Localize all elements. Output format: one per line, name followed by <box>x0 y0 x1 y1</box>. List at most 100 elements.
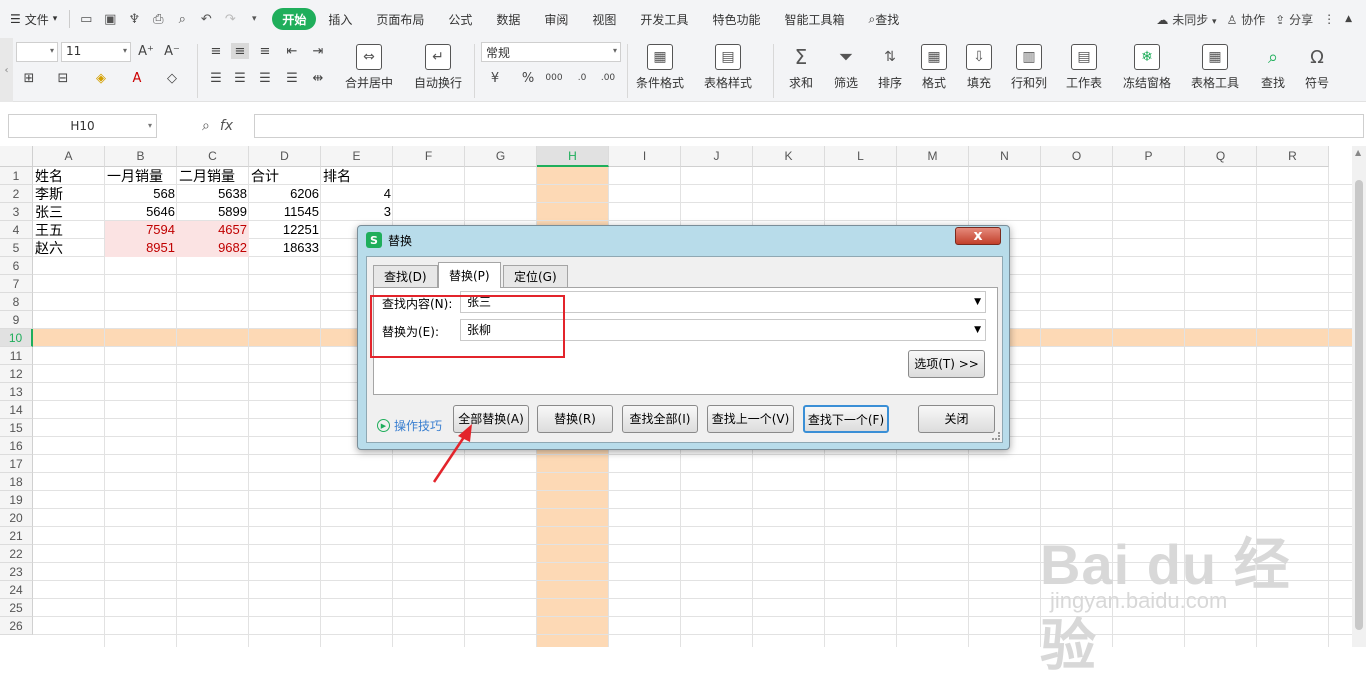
cell[interactable]: 一月销量 <box>105 167 177 185</box>
row-header-13[interactable]: 13 <box>0 383 33 401</box>
select-all-corner[interactable] <box>0 146 33 167</box>
sync-status[interactable]: ☁ 未同步 ▾ <box>1156 11 1216 28</box>
cell[interactable]: 4 <box>321 185 393 203</box>
fill-pattern-icon[interactable]: ⊟ <box>54 70 72 86</box>
column-header-d[interactable]: D <box>249 146 321 167</box>
decrease-decimal-icon[interactable]: .00 <box>599 70 617 86</box>
align-right-icon[interactable]: ☰ <box>256 70 274 86</box>
column-header-a[interactable]: A <box>33 146 105 167</box>
align-middle-icon[interactable]: ≡ <box>231 43 249 59</box>
row-column-button[interactable]: ▥ 行和列 <box>1011 44 1047 91</box>
font-size-select[interactable]: 11 ▾ <box>61 42 131 62</box>
cell[interactable]: 3 <box>321 203 393 221</box>
cell[interactable]: 5899 <box>177 203 249 221</box>
decrease-font-icon[interactable]: A⁻ <box>163 43 181 59</box>
resize-grip-icon[interactable] <box>992 432 1000 440</box>
cell[interactable]: 9682 <box>177 239 249 257</box>
row-header-3[interactable]: 3 <box>0 203 33 221</box>
column-header-j[interactable]: J <box>681 146 753 167</box>
font-name-select[interactable]: ▾ <box>16 42 58 62</box>
worksheet-button[interactable]: ▤ 工作表 <box>1066 44 1102 91</box>
table-style-button[interactable]: ▤ 表格样式 <box>704 44 752 91</box>
vertical-scrollbar[interactable]: ▲ <box>1352 146 1366 647</box>
align-bottom-icon[interactable]: ≡ <box>256 43 274 59</box>
tab-insert[interactable]: 插入 <box>316 8 364 30</box>
scroll-thumb[interactable] <box>1355 180 1363 630</box>
dropdown-arrow-icon[interactable]: ▼ <box>974 292 981 312</box>
symbol-button[interactable]: Ω 符号 <box>1304 44 1330 91</box>
row-header-10[interactable]: 10 <box>0 329 33 347</box>
indent-increase-icon[interactable]: ⇥ <box>309 43 327 59</box>
cell[interactable]: 张三 <box>33 203 105 221</box>
row-header-17[interactable]: 17 <box>0 455 33 473</box>
fill-button[interactable]: ⇩ 填充 <box>966 44 992 91</box>
column-header-e[interactable]: E <box>321 146 393 167</box>
undo-icon[interactable]: ↶ <box>194 7 218 31</box>
column-header-h[interactable]: H <box>537 146 609 167</box>
wrap-text-button[interactable]: ↵ 自动换行 <box>414 44 462 91</box>
search-command[interactable]: ⌕ 查找 <box>856 8 911 30</box>
tab-special-features[interactable]: 特色功能 <box>700 8 772 30</box>
open-folder-icon[interactable]: ▭ <box>74 7 98 31</box>
zoom-icon[interactable]: ⌕ <box>202 118 210 134</box>
fill-color-icon[interactable]: ◈ <box>92 70 110 86</box>
file-menu[interactable]: ☰ 文件 ▾ <box>0 0 65 38</box>
print-preview-icon[interactable]: ⌕ <box>170 7 194 31</box>
tab-formulas[interactable]: 公式 <box>436 8 484 30</box>
align-center-icon[interactable]: ☰ <box>231 70 249 86</box>
sort-button[interactable]: ⇅ 排序 <box>877 44 903 91</box>
cell[interactable]: 王五 <box>33 221 105 239</box>
redo-icon[interactable]: ↷ <box>218 7 242 31</box>
cell[interactable]: 7594 <box>105 221 177 239</box>
dialog-titlebar[interactable]: S 替换 x <box>358 226 1009 254</box>
find-button[interactable]: ⌕ 查找 <box>1260 44 1286 91</box>
row-header-14[interactable]: 14 <box>0 401 33 419</box>
cell[interactable]: 5646 <box>105 203 177 221</box>
customize-dropdown-icon[interactable]: ▾ <box>242 7 266 31</box>
find-previous-button[interactable]: 查找上一个(V) <box>707 405 794 433</box>
align-top-icon[interactable]: ≡ <box>207 43 225 59</box>
cell[interactable]: 4657 <box>177 221 249 239</box>
column-header-b[interactable]: B <box>105 146 177 167</box>
row-header-9[interactable]: 9 <box>0 311 33 329</box>
column-header-c[interactable]: C <box>177 146 249 167</box>
save-icon[interactable]: ▣ <box>98 7 122 31</box>
cell[interactable]: 18633 <box>249 239 321 257</box>
column-header-q[interactable]: Q <box>1185 146 1257 167</box>
tab-data[interactable]: 数据 <box>484 8 532 30</box>
justify-icon[interactable]: ☰ <box>283 70 301 86</box>
column-header-l[interactable]: L <box>825 146 897 167</box>
cell[interactable]: 5638 <box>177 185 249 203</box>
column-header-n[interactable]: N <box>969 146 1041 167</box>
tab-smart-toolbox[interactable]: 智能工具箱 <box>772 8 856 30</box>
filter-button[interactable]: ⏷ 筛选 <box>833 44 859 91</box>
find-next-button[interactable]: 查找下一个(F) <box>803 405 889 433</box>
row-header-12[interactable]: 12 <box>0 365 33 383</box>
collapse-ribbon-icon[interactable]: ▲ <box>1345 14 1352 24</box>
row-header-26[interactable]: 26 <box>0 617 33 635</box>
row-header-23[interactable]: 23 <box>0 563 33 581</box>
percent-icon[interactable]: % <box>519 70 537 86</box>
column-header-r[interactable]: R <box>1257 146 1329 167</box>
collab-button[interactable]: ♙ 协作 <box>1227 11 1266 28</box>
row-header-2[interactable]: 2 <box>0 185 33 203</box>
borders-icon[interactable]: ⊞ <box>20 70 38 86</box>
column-header-m[interactable]: M <box>897 146 969 167</box>
tab-review[interactable]: 审阅 <box>532 8 580 30</box>
name-box[interactable]: H10 ▾ <box>8 114 157 138</box>
tab-page-layout[interactable]: 页面布局 <box>364 8 436 30</box>
fx-icon[interactable]: fx <box>220 118 233 134</box>
freeze-panes-button[interactable]: ❄ 冻结窗格 <box>1123 44 1171 91</box>
column-header-p[interactable]: P <box>1113 146 1185 167</box>
close-button[interactable]: 关闭 <box>918 405 995 433</box>
formula-input[interactable] <box>254 114 1364 138</box>
tab-view[interactable]: 视图 <box>580 8 628 30</box>
merge-center-button[interactable]: ⇔ 合并居中 <box>345 44 393 91</box>
tab-replace[interactable]: 替换(P) <box>438 262 501 288</box>
row-header-16[interactable]: 16 <box>0 437 33 455</box>
tab-find[interactable]: 查找(D) <box>373 265 438 287</box>
row-header-5[interactable]: 5 <box>0 239 33 257</box>
cell[interactable]: 11545 <box>249 203 321 221</box>
cell[interactable]: 赵六 <box>33 239 105 257</box>
column-header-i[interactable]: I <box>609 146 681 167</box>
